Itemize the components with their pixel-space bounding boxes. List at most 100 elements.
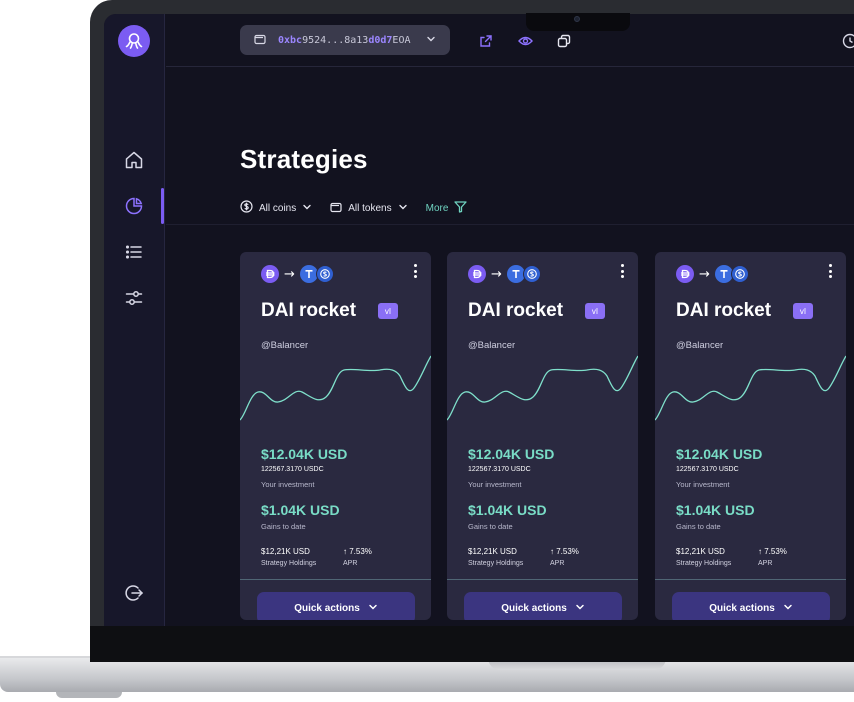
investment-label: Your investment xyxy=(468,480,522,489)
apr-value: ↑ 7.53% xyxy=(343,547,372,556)
card-divider xyxy=(447,579,638,580)
usdc-token-icon xyxy=(730,265,749,283)
strategy-title: DAI rocket xyxy=(676,300,772,321)
camera-icon xyxy=(574,16,580,22)
filter-bar: All coins All tokens More xyxy=(240,198,468,218)
performance-sparkline xyxy=(447,355,638,421)
holdings-value: $12,21K USD xyxy=(261,547,310,556)
version-badge: vI xyxy=(793,303,813,319)
chevron-down-icon xyxy=(783,602,793,615)
list-icon[interactable] xyxy=(123,241,145,263)
version-badge: vI xyxy=(378,303,398,319)
token-pair: → xyxy=(468,265,541,283)
gains-label: Gains to date xyxy=(676,522,721,531)
coins-filter[interactable]: All coins xyxy=(240,200,312,216)
laptop-mockup: 0xbc9524...8a13d0d7EOA Strategies All co… xyxy=(0,0,854,702)
investment-value: $12.04K USD xyxy=(676,446,763,462)
screen-bottom-bezel xyxy=(90,626,854,662)
investment-usdc: 122567.3170 USDC xyxy=(468,466,531,473)
nav-active-indicator xyxy=(161,188,164,224)
logout-icon[interactable] xyxy=(123,582,145,604)
wallet-selector[interactable]: 0xbc9524...8a13d0d7EOA xyxy=(240,25,450,55)
quick-actions-button[interactable]: Quick actions xyxy=(672,592,830,620)
investment-value: $12.04K USD xyxy=(468,446,555,462)
strategy-card[interactable]: → DAI rocket vI @Balancer $12.04K USD 12… xyxy=(655,252,846,620)
token-pair: → xyxy=(261,265,334,283)
strategy-card[interactable]: → DAI rocket vI @Balancer $12.04K USD 12… xyxy=(447,252,638,620)
quick-actions-button[interactable]: Quick actions xyxy=(257,592,415,620)
gains-label: Gains to date xyxy=(261,522,306,531)
wallet-icon xyxy=(330,201,342,216)
chevron-down-icon xyxy=(368,602,378,615)
home-icon[interactable] xyxy=(123,149,145,171)
camera-notch xyxy=(526,13,630,31)
kebab-menu-icon[interactable] xyxy=(827,264,833,278)
card-divider xyxy=(655,579,846,580)
top-bar: 0xbc9524...8a13d0d7EOA xyxy=(166,14,854,67)
address-prefix: 0xbc xyxy=(278,34,303,46)
chevron-down-icon xyxy=(302,202,312,215)
strategy-title: DAI rocket xyxy=(468,300,564,321)
token-pair: → xyxy=(676,265,749,283)
pie-chart-icon[interactable] xyxy=(123,195,145,217)
filter-icon xyxy=(454,200,468,216)
apr-label: APR xyxy=(343,560,358,567)
usdc-token-icon xyxy=(522,265,541,283)
apr-label: APR xyxy=(550,560,565,567)
clock-icon[interactable] xyxy=(842,33,854,49)
chevron-down-icon xyxy=(575,602,585,615)
laptop-base xyxy=(0,658,854,692)
address-accent: d0d7 xyxy=(368,34,393,46)
dai-token-icon xyxy=(468,265,486,283)
investment-label: Your investment xyxy=(261,480,315,489)
chevron-down-icon xyxy=(398,202,408,215)
sliders-icon[interactable] xyxy=(123,287,145,309)
performance-sparkline xyxy=(240,355,431,421)
page-title: Strategies xyxy=(240,144,368,174)
apr-value: ↑ 7.53% xyxy=(758,547,787,556)
dai-token-icon xyxy=(676,265,694,283)
laptop-foot xyxy=(56,692,122,698)
quick-actions-button[interactable]: Quick actions xyxy=(464,592,622,620)
apr-label: APR xyxy=(758,560,773,567)
app-screen: 0xbc9524...8a13d0d7EOA Strategies All co… xyxy=(104,14,854,626)
tokens-filter-label: All tokens xyxy=(348,202,392,214)
holdings-label: Strategy Holdings xyxy=(261,560,317,567)
card-divider xyxy=(240,579,431,580)
investment-usdc: 122567.3170 USDC xyxy=(676,466,739,473)
arrow-right-icon: → xyxy=(699,266,710,282)
investment-label: Your investment xyxy=(676,480,730,489)
version-badge: vI xyxy=(585,303,605,319)
sidebar xyxy=(104,14,165,626)
gains-value: $1.04K USD xyxy=(676,502,755,518)
chevron-down-icon xyxy=(426,34,436,47)
external-link-icon[interactable] xyxy=(478,33,494,49)
quick-actions-label: Quick actions xyxy=(709,602,775,614)
quick-actions-label: Quick actions xyxy=(501,602,567,614)
arrow-right-icon: → xyxy=(284,266,295,282)
dollar-circle-icon xyxy=(240,200,253,216)
tokens-filter[interactable]: All tokens xyxy=(330,201,407,216)
kebab-menu-icon[interactable] xyxy=(619,264,625,278)
quick-actions-label: Quick actions xyxy=(294,602,360,614)
dai-token-icon xyxy=(261,265,279,283)
performance-sparkline xyxy=(655,355,846,421)
arrow-right-icon: → xyxy=(491,266,502,282)
octopus-logo-icon[interactable] xyxy=(118,25,150,57)
more-filters-button[interactable]: More xyxy=(425,200,468,216)
holdings-value: $12,21K USD xyxy=(468,547,517,556)
usdc-token-icon xyxy=(315,265,334,283)
investment-value: $12.04K USD xyxy=(261,446,348,462)
eye-icon[interactable] xyxy=(517,33,533,49)
gains-value: $1.04K USD xyxy=(468,502,547,518)
more-filters-label: More xyxy=(425,202,449,214)
header-divider xyxy=(166,224,854,225)
investment-usdc: 122567.3170 USDC xyxy=(261,466,324,473)
address-suffix: EOA xyxy=(392,34,411,46)
coins-filter-label: All coins xyxy=(259,202,297,214)
copy-icon[interactable] xyxy=(556,33,572,49)
wallet-address: 0xbc9524...8a13d0d7EOA xyxy=(278,35,410,46)
strategy-card[interactable]: → DAI rocket vI @Balancer $12.04K USD 12… xyxy=(240,252,431,620)
kebab-menu-icon[interactable] xyxy=(412,264,418,278)
holdings-label: Strategy Holdings xyxy=(676,560,732,567)
